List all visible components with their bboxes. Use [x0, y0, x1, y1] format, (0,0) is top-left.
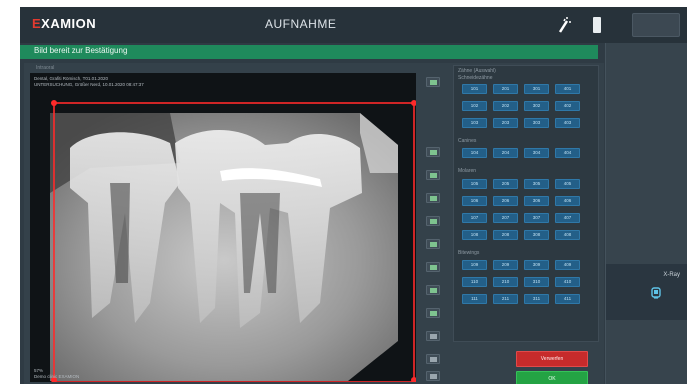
- ok-button[interactable]: OK: [516, 371, 588, 384]
- status-bar: Bild bereit zur Bestätigung: [20, 45, 598, 59]
- tool-column: [426, 75, 442, 381]
- tooth-button[interactable]: 106: [462, 196, 487, 206]
- xray-tab[interactable]: X-Ray: [606, 264, 687, 320]
- tooth-button[interactable]: 410: [555, 277, 580, 287]
- tooth-button[interactable]: 303: [524, 118, 549, 128]
- tooth-button[interactable]: 110: [462, 277, 487, 287]
- clinic-name: Demo clinic EXAMION: [34, 374, 80, 379]
- app-screen: EXAMION AUFNAHME Bild bereit zur Bestäti…: [20, 7, 687, 384]
- meta-line-2: UNTERSUCHUNG, Größer Nerd, 10.01.2020 08…: [34, 82, 144, 87]
- top-right-button[interactable]: [632, 13, 680, 37]
- examion-logo: EXAMION: [32, 16, 97, 31]
- top-bar: EXAMION AUFNAHME: [20, 7, 687, 43]
- tool-button[interactable]: [426, 354, 440, 364]
- tool-button[interactable]: [426, 262, 440, 272]
- wand-icon[interactable]: [555, 16, 573, 34]
- tooth-button[interactable]: 202: [493, 101, 518, 111]
- tooth-button[interactable]: 405: [555, 179, 580, 189]
- tooth-button[interactable]: 206: [493, 196, 518, 206]
- tool-button[interactable]: [426, 239, 440, 249]
- page-title: AUFNAHME: [265, 17, 337, 31]
- group-label: Canines: [458, 138, 477, 144]
- panel-title: Zähne (Auswahl): [458, 68, 496, 74]
- tooth-button[interactable]: 104: [462, 148, 487, 158]
- tooth-button[interactable]: 307: [524, 213, 549, 223]
- tooth-button[interactable]: 304: [524, 148, 549, 158]
- group-label: Molaren: [458, 168, 477, 174]
- tooth-button[interactable]: 105: [462, 179, 487, 189]
- tool-button[interactable]: [426, 170, 440, 180]
- tooth-button[interactable]: 308: [524, 230, 549, 240]
- tooth-button[interactable]: 210: [493, 277, 518, 287]
- tooth-button[interactable]: 107: [462, 213, 487, 223]
- tooth-button[interactable]: 305: [524, 179, 549, 189]
- tool-button[interactable]: [426, 308, 440, 318]
- xray-footer: 57% Demo clinic EXAMION: [34, 368, 79, 380]
- xray-meta: Dental, Grafiti Römisch, T01.01.2020 UNT…: [34, 76, 144, 88]
- tool-button[interactable]: [426, 77, 440, 87]
- tooth-button[interactable]: 209: [493, 260, 518, 270]
- tooth-button[interactable]: 207: [493, 213, 518, 223]
- tooth-button[interactable]: 408: [555, 230, 580, 240]
- main-area: Intraoral Dental, Grafiti Römisch, T01.0…: [24, 63, 604, 384]
- xray-tab-label: X-Ray: [663, 272, 680, 278]
- image-caption: Intraoral: [36, 65, 55, 71]
- tooth-button[interactable]: 310: [524, 277, 549, 287]
- right-panel: X-Ray: [605, 43, 687, 384]
- tooth-button[interactable]: 205: [493, 179, 518, 189]
- tool-button[interactable]: [426, 331, 440, 341]
- tooth-button[interactable]: 403: [555, 118, 580, 128]
- tool-button[interactable]: [426, 216, 440, 226]
- xray-sensor-icon: [651, 287, 661, 299]
- tooth-button[interactable]: 211: [493, 294, 518, 304]
- tooth-button[interactable]: 309: [524, 260, 549, 270]
- xray-image: [50, 100, 416, 382]
- tooth-button[interactable]: 204: [493, 148, 518, 158]
- crop-handle-bottom-right[interactable]: [411, 377, 416, 382]
- xray-image-frame[interactable]: Dental, Grafiti Römisch, T01.01.2020 UNT…: [30, 73, 416, 382]
- tooth-button[interactable]: 109: [462, 260, 487, 270]
- tooth-button[interactable]: 203: [493, 118, 518, 128]
- tooth-button[interactable]: 311: [524, 294, 549, 304]
- tooth-button[interactable]: 108: [462, 230, 487, 240]
- tooth-button[interactable]: 404: [555, 148, 580, 158]
- tooth-button[interactable]: 102: [462, 101, 487, 111]
- tooth-button[interactable]: 409: [555, 260, 580, 270]
- crop-handle-top-left[interactable]: [51, 100, 57, 106]
- tooth-button[interactable]: 208: [493, 230, 518, 240]
- tooth-button[interactable]: 201: [493, 84, 518, 94]
- tooth-button[interactable]: 402: [555, 101, 580, 111]
- tool-button[interactable]: [426, 193, 440, 203]
- tooth-button[interactable]: 406: [555, 196, 580, 206]
- battery-icon: [593, 17, 601, 33]
- tooth-button[interactable]: 407: [555, 213, 580, 223]
- tooth-button[interactable]: 103: [462, 118, 487, 128]
- crop-handle-top-right[interactable]: [411, 100, 416, 106]
- tooth-button[interactable]: 101: [462, 84, 487, 94]
- discard-button[interactable]: Verwerfen: [516, 351, 588, 367]
- group-label: Schneidezähne: [458, 75, 493, 81]
- tooth-button[interactable]: 411: [555, 294, 580, 304]
- status-message: Bild bereit zur Bestätigung: [34, 46, 128, 55]
- tooth-button[interactable]: 301: [524, 84, 549, 94]
- group-label: Bitewings: [458, 250, 480, 256]
- tool-button[interactable]: [426, 371, 440, 381]
- tooth-selection-panel: Zähne (Auswahl) Schneidezähne 101 201 30…: [453, 65, 599, 342]
- tool-button[interactable]: [426, 285, 440, 295]
- tooth-button[interactable]: 111: [462, 294, 487, 304]
- tool-button[interactable]: [426, 147, 440, 157]
- tooth-button[interactable]: 302: [524, 101, 549, 111]
- tooth-button[interactable]: 401: [555, 84, 580, 94]
- tooth-button[interactable]: 306: [524, 196, 549, 206]
